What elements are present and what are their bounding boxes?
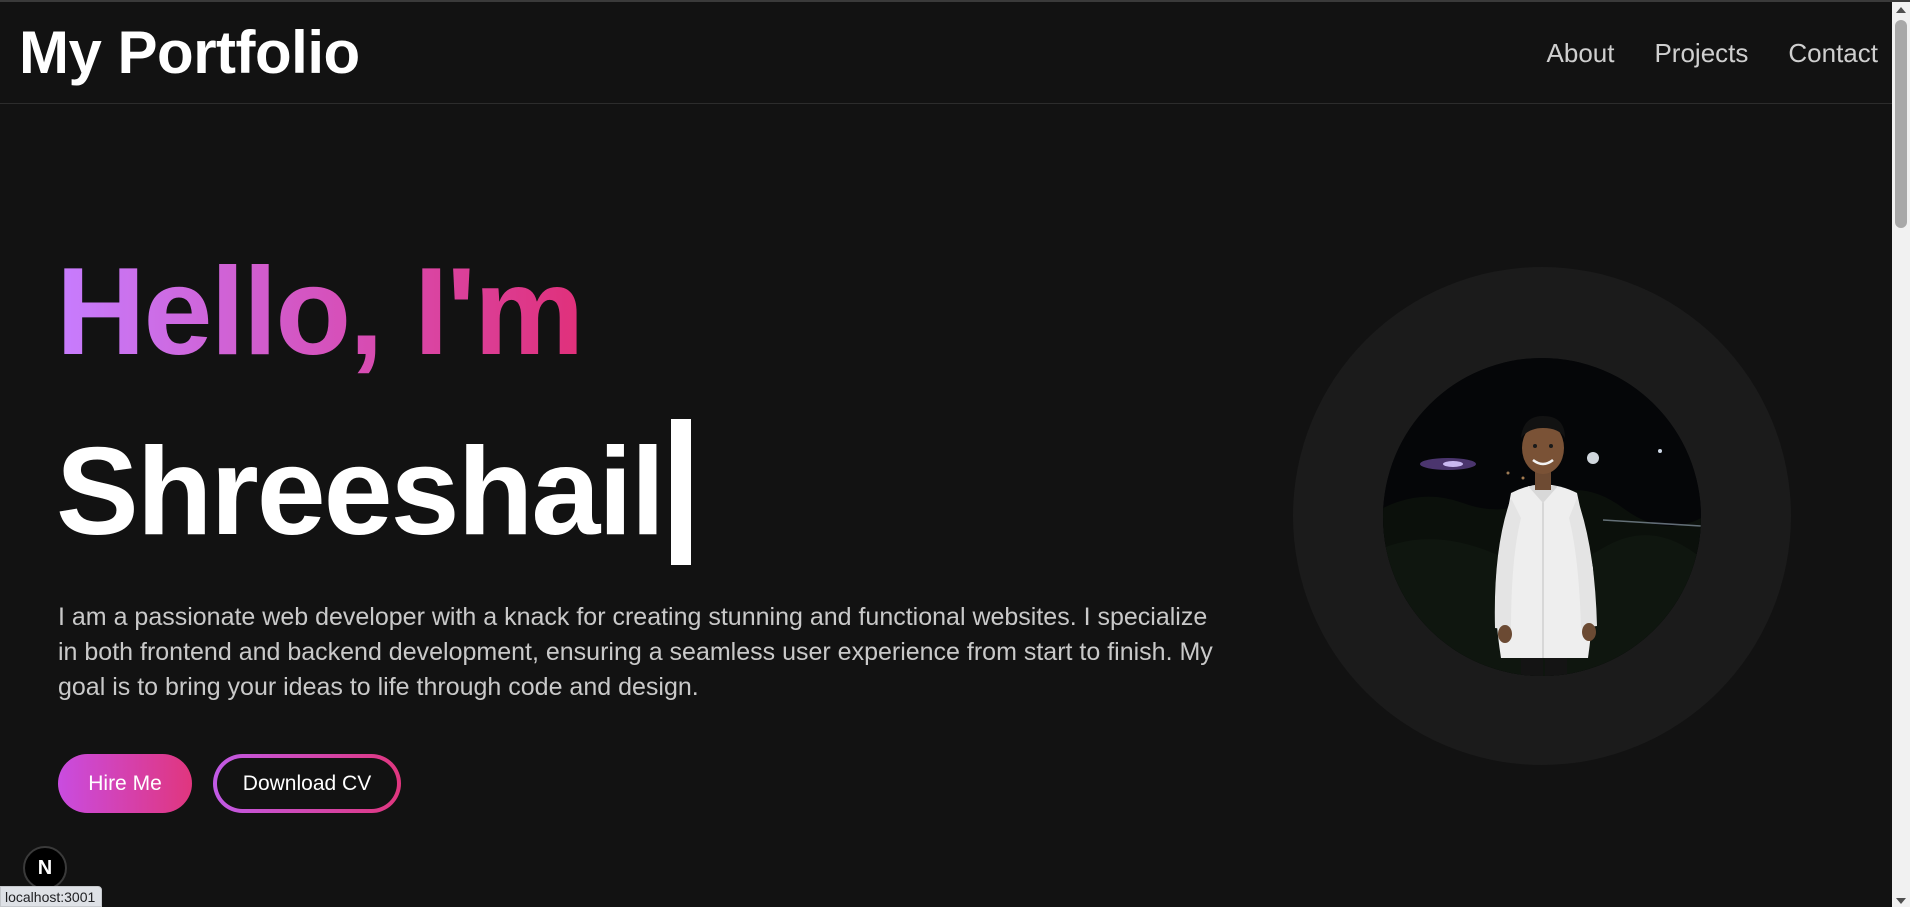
hero-greeting: Hello, I'm: [56, 243, 584, 381]
nav-link-contact[interactable]: Contact: [1788, 36, 1878, 70]
hero-name: Shreeshail: [56, 423, 665, 561]
nav-link-about[interactable]: About: [1547, 36, 1615, 70]
profile-photo: [1383, 358, 1701, 676]
download-cv-label: Download CV: [217, 758, 397, 809]
download-cv-button[interactable]: Download CV: [213, 754, 401, 813]
brand-logo[interactable]: My Portfolio: [19, 16, 360, 90]
page: My Portfolio About Projects Contact Hell…: [0, 0, 1910, 907]
nav-links: About Projects Contact: [1547, 36, 1878, 70]
scroll-down-icon[interactable]: [1896, 898, 1906, 904]
hero-description: I am a passionate web developer with a k…: [58, 603, 1213, 701]
navbar: My Portfolio About Projects Contact: [0, 2, 1892, 104]
scroll-up-icon[interactable]: [1896, 7, 1906, 13]
hire-me-button[interactable]: Hire Me: [58, 754, 192, 813]
hero-name-row: Shreeshail: [56, 417, 692, 567]
status-url: localhost:3001: [0, 886, 103, 907]
nav-link-projects[interactable]: Projects: [1654, 36, 1748, 70]
nextjs-dev-badge[interactable]: N: [23, 846, 67, 890]
profile-photo-illustration: [1383, 358, 1701, 676]
scrollbar[interactable]: [1892, 2, 1910, 907]
typing-caret: [671, 419, 692, 565]
hero-buttons: Hire Me Download CV: [58, 754, 401, 813]
scroll-thumb[interactable]: [1895, 20, 1907, 228]
